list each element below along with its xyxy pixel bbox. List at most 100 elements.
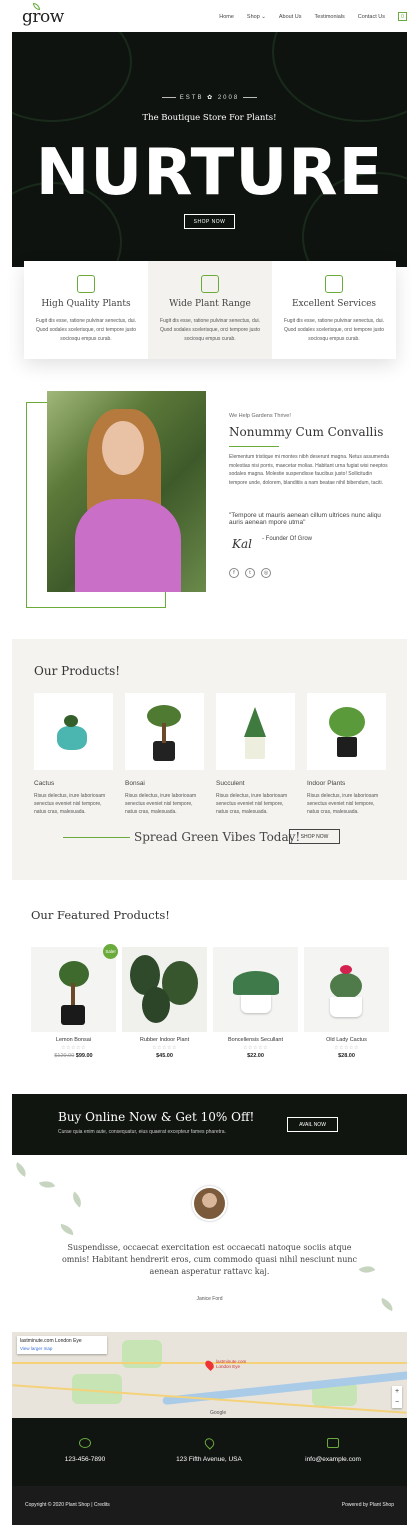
product-price: $22.00 [247, 1053, 264, 1059]
shop-now-button[interactable]: SHOP NOW [184, 214, 235, 229]
nav-shop[interactable]: Shop ⌄ [247, 14, 266, 20]
nav-contact[interactable]: Contact Us [358, 14, 385, 20]
leaf-decoration [272, 32, 407, 122]
feature-text: Fugit dis esse, ratione pulvinar senectu… [283, 318, 385, 342]
signature: Kal [232, 537, 252, 551]
product-card[interactable]: Cactus Risus delectus, irure laboriosam … [34, 693, 113, 816]
shop-now-button[interactable]: SHOP NOW [289, 829, 340, 844]
sprout-icon: ✿ [207, 95, 215, 101]
zoom-out-icon[interactable]: − [392, 1397, 402, 1408]
instagram-icon[interactable]: ◎ [261, 568, 271, 578]
phone-text: 123-456-7890 [64, 1456, 106, 1463]
product-name: Bonsai [125, 780, 145, 787]
product-image [122, 947, 207, 1032]
testimonial-author: Janice Ford [196, 1296, 223, 1302]
copyright: Copyright © 2020 Plant Shop | Credits [25, 1502, 110, 1508]
feature-card: Excellent Services Fugit dis esse, ratio… [272, 261, 396, 359]
product-image [304, 947, 389, 1032]
footer-address: 123 Fifth Avenue, USA [144, 1436, 274, 1463]
founder-quote: "Tempore ut mauris aenean cillum ultrice… [229, 512, 381, 526]
leaf-decoration [12, 1162, 30, 1177]
features-row: High Quality Plants Fugit dis esse, rati… [24, 261, 396, 359]
founder-photo [47, 391, 206, 592]
feature-card: Wide Plant Range Fugit dis esse, ratione… [148, 261, 272, 359]
sale-badge: Sale! [103, 944, 118, 959]
zoom-in-icon[interactable]: + [392, 1386, 402, 1397]
banner-title: Buy Online Now & Get 10% Off! [58, 1110, 255, 1124]
footer-phone[interactable]: 123-456-7890 [20, 1438, 150, 1463]
cart-icon[interactable]: 0 [398, 12, 407, 21]
photo-shirt [75, 499, 181, 592]
nav-home[interactable]: Home [219, 14, 234, 20]
product-image [125, 693, 204, 770]
about-subtitle: We Help Gardens Thrive! [229, 413, 291, 419]
twitter-icon[interactable]: t [245, 568, 255, 578]
product-card[interactable]: Succulent Risus delectus, irure laborios… [216, 693, 295, 816]
feature-card: High Quality Plants Fugit dis esse, rati… [24, 261, 148, 359]
zoom-controls[interactable]: + − [392, 1386, 402, 1408]
feature-text: Fugit dis esse, ratione pulvinar senectu… [35, 318, 137, 342]
envelope-icon [327, 1438, 339, 1448]
leaf-decoration [38, 1177, 56, 1192]
rating-stars: ☆☆☆☆☆ [243, 1045, 268, 1051]
product-text: Risus delectus, irure laboriosam senectu… [125, 793, 197, 815]
leaf-decoration [59, 1223, 75, 1236]
section-title: Our Products! [34, 664, 121, 678]
product-text: Risus delectus, irure laboriosam senectu… [307, 793, 379, 815]
map-embed[interactable]: lastminute.com London Eye View larger ma… [12, 1332, 407, 1418]
photo-face [102, 421, 144, 475]
map-pin-label: lastminute.com London Eye [216, 1359, 247, 1369]
product-card[interactable]: Indoor Plants Risus delectus, irure labo… [307, 693, 386, 816]
email-text: info@example.com [305, 1456, 361, 1463]
product-image [307, 693, 386, 770]
featured-product[interactable]: Lemon Bonsai ☆☆☆☆☆ $120.00 $99.00 [31, 947, 116, 1059]
product-name: Lemon Bonsai [55, 1037, 92, 1043]
product-name: Cactus [34, 780, 55, 787]
product-image [31, 947, 116, 1032]
map-pin-icon[interactable] [203, 1358, 216, 1372]
established-badge: ESTB ✿ 2008 [12, 94, 407, 101]
leaf-decoration [358, 1262, 376, 1277]
product-card[interactable]: Bonsai Risus delectus, irure laboriosam … [125, 693, 204, 816]
product-image [213, 947, 298, 1032]
bottom-bar: Copyright © 2020 Plant Shop | Credits Po… [12, 1486, 407, 1525]
featured-product[interactable]: Boncellensis Secullant ☆☆☆☆☆ $22.00 [213, 947, 298, 1059]
google-logo: Google [210, 1410, 227, 1416]
rating-stars: ☆☆☆☆☆ [334, 1045, 359, 1051]
product-name: Indoor Plants [307, 780, 346, 787]
footer-email[interactable]: info@example.com [268, 1438, 398, 1463]
cart-count: 0 [401, 13, 404, 20]
founder-label: - Founder Of Grow [262, 536, 313, 542]
map-river [162, 1370, 407, 1406]
hero-section: ESTB ✿ 2008 The Boutique Store For Plant… [12, 32, 407, 267]
feature-title: Wide Plant Range [169, 299, 251, 309]
old-price: $120.00 [54, 1053, 75, 1059]
product-image [216, 693, 295, 770]
house-plant-icon [325, 275, 343, 293]
hero-tagline: The Boutique Store For Plants! [142, 113, 277, 123]
hero-title: NURTURE [35, 136, 384, 210]
site-header: grow Home Shop ⌄ About Us Testimonials C… [0, 0, 419, 32]
view-larger-map-link[interactable]: View larger map [20, 1346, 104, 1351]
map-info-box: lastminute.com London Eye View larger ma… [17, 1336, 107, 1354]
divider [229, 446, 279, 447]
powered-by: Powered by Plant Shop [341, 1502, 394, 1508]
sale-price: $99.00 [75, 1053, 93, 1059]
testimonial-text: Suspendisse, occaecat exercitation est o… [61, 1243, 358, 1276]
product-name: Old Lady Cactus [326, 1037, 367, 1043]
nav-testimonials[interactable]: Testimonials [315, 14, 345, 20]
estb-label: ESTB [179, 95, 204, 101]
facebook-icon[interactable]: f [229, 568, 239, 578]
logo[interactable]: grow [22, 3, 64, 27]
logo-text: grow [22, 7, 64, 27]
products-section: Our Products! Cactus Risus delectus, iru… [12, 639, 407, 880]
product-text: Risus delectus, irure laboriosam senectu… [34, 793, 106, 815]
featured-product[interactable]: Rubber Indoor Plant ☆☆☆☆☆ $45.00 [122, 947, 207, 1059]
phone-icon [79, 1438, 91, 1448]
featured-product[interactable]: Old Lady Cactus ☆☆☆☆☆ $28.00 [304, 947, 389, 1059]
product-price: $28.00 [338, 1053, 355, 1059]
avail-now-button[interactable]: AVAIL NOW [287, 1117, 338, 1132]
product-text: Risus delectus, irure laboriosam senectu… [216, 793, 288, 815]
main-nav: Home Shop ⌄ About Us Testimonials Contac… [219, 12, 407, 21]
nav-about[interactable]: About Us [279, 14, 302, 20]
